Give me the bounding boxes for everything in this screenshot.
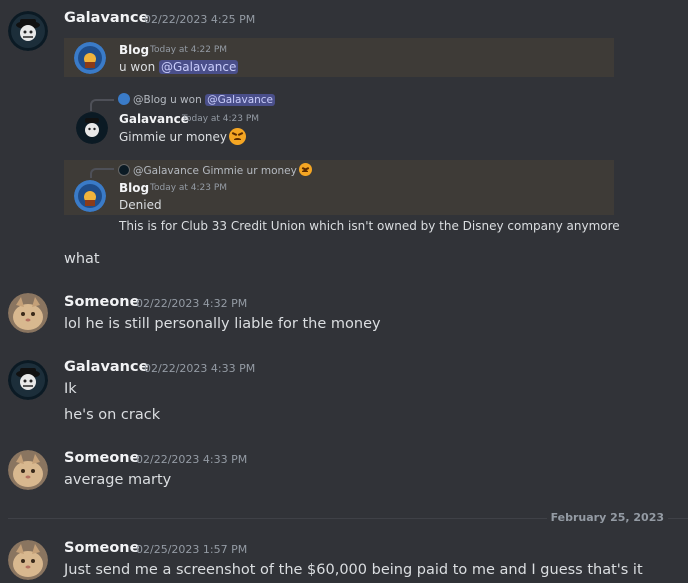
message-text: he's on crack: [64, 407, 161, 423]
username[interactable]: Galavance: [64, 359, 148, 375]
username[interactable]: Someone: [64, 294, 139, 310]
embed-username: Galavance: [119, 112, 189, 126]
embed-timestamp: Today at 4:23 PM: [150, 183, 228, 193]
avatar-someone[interactable]: [8, 293, 48, 333]
embed-username: Blog: [119, 181, 150, 195]
embed-username: Blog: [119, 43, 150, 57]
avatar-galavance-small[interactable]: [76, 112, 108, 144]
avatar-someone[interactable]: [8, 450, 48, 490]
timestamp: 02/22/2023 4:33 PM: [136, 453, 248, 466]
timestamp: 02/22/2023 4:33 PM: [144, 362, 256, 375]
message-text: lol he is still personally liable for th…: [64, 316, 381, 332]
caption-text: This is for Club 33 Credit Union which i…: [119, 219, 620, 233]
message-text: average marty: [64, 472, 172, 488]
reply-spine: [90, 168, 114, 178]
avatar-blog[interactable]: [74, 42, 106, 74]
blog-mini-avatar-icon: [118, 93, 130, 105]
timestamp: 02/22/2023 4:32 PM: [136, 297, 248, 310]
message-text: Ik: [64, 381, 77, 397]
timestamp: 02/22/2023 4:25 PM: [144, 13, 256, 26]
reply-preview[interactable]: @Blog u won @Galavance: [118, 93, 276, 106]
embed-text: Gimmie ur money: [119, 128, 247, 145]
timestamp: 02/25/2023 1:57 PM: [136, 543, 248, 556]
embed-timestamp: Today at 4:22 PM: [150, 45, 228, 55]
username[interactable]: Someone: [64, 450, 139, 466]
message-text: what: [64, 251, 100, 267]
avatar-blog[interactable]: [74, 180, 106, 212]
mention[interactable]: @Galavance: [159, 60, 239, 74]
embed-text: u won @Galavance: [119, 60, 239, 74]
avatar-galavance[interactable]: [8, 11, 48, 51]
date-divider-label: February 25, 2023: [546, 511, 668, 524]
message-text: Just send me a screenshot of the $60,000…: [64, 562, 643, 578]
reply-preview[interactable]: @Galavance Gimmie ur money: [118, 163, 312, 177]
mention[interactable]: @Galavance: [205, 94, 276, 106]
username[interactable]: Someone: [64, 540, 139, 556]
galavance-mini-avatar-icon: [118, 164, 130, 176]
avatar-galavance[interactable]: [8, 360, 48, 400]
avatar-someone[interactable]: [8, 540, 48, 580]
angry-face-emoji-icon: [229, 128, 247, 145]
reply-spine: [90, 99, 114, 111]
username[interactable]: Galavance: [64, 10, 148, 26]
angry-face-emoji-icon: [298, 163, 312, 176]
embed-timestamp: Today at 4:23 PM: [182, 114, 260, 124]
embed-text: Denied: [119, 198, 162, 212]
